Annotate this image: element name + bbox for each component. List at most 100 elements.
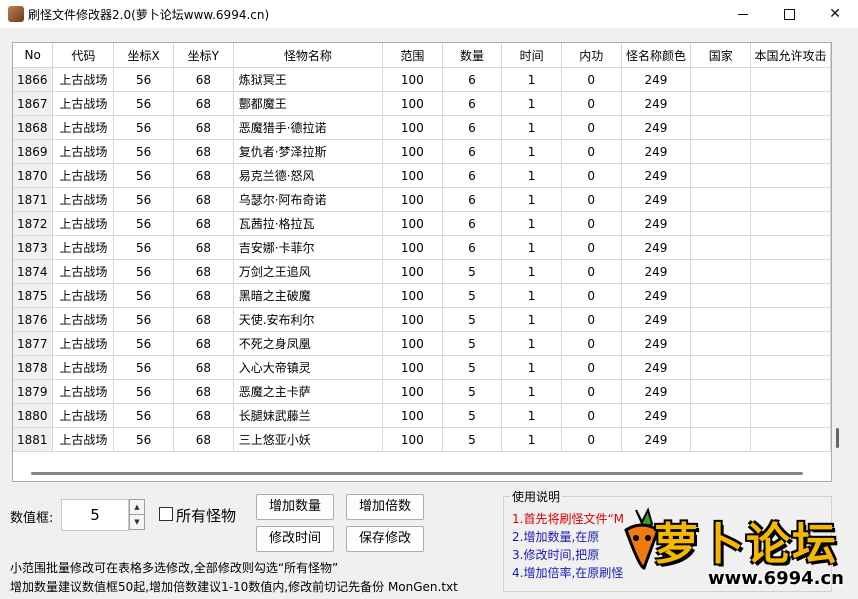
column-header[interactable]: 数量 <box>442 43 503 68</box>
vertical-scroll-thumb[interactable] <box>836 428 839 448</box>
table-cell[interactable]: 1867 <box>13 91 54 116</box>
table-cell[interactable]: 易克兰德·怒风 <box>233 163 384 188</box>
table-cell[interactable] <box>750 259 831 284</box>
table-cell[interactable]: 56 <box>113 427 174 452</box>
table-row[interactable]: 1881 上古战场 56 68 三上悠亚小妖 100 5 1 0 249 <box>13 427 831 452</box>
table-cell[interactable]: 68 <box>173 235 234 260</box>
table-cell[interactable]: 5 <box>442 379 503 404</box>
table-cell[interactable]: 68 <box>173 355 234 380</box>
table-cell[interactable]: 249 <box>621 331 692 356</box>
table-cell[interactable] <box>750 379 831 404</box>
table-cell[interactable]: 上古战场 <box>52 403 115 428</box>
table-cell[interactable]: 0 <box>561 379 622 404</box>
table-cell[interactable] <box>690 163 751 188</box>
table-cell[interactable]: 1 <box>501 163 562 188</box>
table-cell[interactable]: 1880 <box>13 403 54 428</box>
table-cell[interactable]: 1 <box>501 259 562 284</box>
table-cell[interactable]: 249 <box>621 379 692 404</box>
table-cell[interactable]: 56 <box>113 91 174 116</box>
table-cell[interactable]: 复仇者·梦泽拉斯 <box>233 139 384 164</box>
table-cell[interactable] <box>750 67 831 92</box>
table-cell[interactable]: 1875 <box>13 283 54 308</box>
table-cell[interactable] <box>690 379 751 404</box>
table-cell[interactable]: 249 <box>621 67 692 92</box>
table-cell[interactable]: 56 <box>113 259 174 284</box>
table-cell[interactable]: 249 <box>621 115 692 140</box>
table-cell[interactable]: 0 <box>561 139 622 164</box>
column-header[interactable]: 怪名称颜色 <box>621 43 692 68</box>
table-cell[interactable] <box>690 67 751 92</box>
all-monsters-label[interactable]: 所有怪物 <box>176 505 236 526</box>
save-button[interactable]: 保存修改 <box>346 526 424 552</box>
table-row[interactable]: 1877 上古战场 56 68 不死之身凤凰 100 5 1 0 249 <box>13 331 831 356</box>
table-cell[interactable]: 100 <box>382 355 443 380</box>
add-count-button[interactable]: 增加数量 <box>256 494 334 520</box>
table-cell[interactable]: 5 <box>442 355 503 380</box>
table-cell[interactable]: 100 <box>382 331 443 356</box>
table-cell[interactable]: 56 <box>113 283 174 308</box>
table-cell[interactable]: 上古战场 <box>52 211 115 236</box>
table-cell[interactable]: 长腿妹武藤兰 <box>233 403 384 428</box>
table-cell[interactable] <box>690 403 751 428</box>
table-cell[interactable] <box>690 283 751 308</box>
table-cell[interactable]: 0 <box>561 163 622 188</box>
table-cell[interactable]: 1 <box>501 139 562 164</box>
table-cell[interactable]: 100 <box>382 235 443 260</box>
table-cell[interactable]: 100 <box>382 427 443 452</box>
table-cell[interactable]: 炼狱冥王 <box>233 67 384 92</box>
table-cell[interactable]: 6 <box>442 211 503 236</box>
table-cell[interactable]: 1 <box>501 211 562 236</box>
table-cell[interactable]: 6 <box>442 163 503 188</box>
table-cell[interactable]: 0 <box>561 307 622 332</box>
table-cell[interactable]: 249 <box>621 355 692 380</box>
table-cell[interactable]: 0 <box>561 283 622 308</box>
table-cell[interactable]: 6 <box>442 67 503 92</box>
table-cell[interactable] <box>690 187 751 212</box>
table-cell[interactable]: 上古战场 <box>52 379 115 404</box>
table-cell[interactable]: 68 <box>173 259 234 284</box>
table-cell[interactable]: 黑暗之主破魔 <box>233 283 384 308</box>
table-cell[interactable]: 68 <box>173 403 234 428</box>
table-cell[interactable]: 1 <box>501 67 562 92</box>
table-cell[interactable]: 1879 <box>13 379 54 404</box>
table-cell[interactable] <box>750 403 831 428</box>
value-input[interactable]: 5 <box>61 499 129 531</box>
table-cell[interactable]: 1 <box>501 283 562 308</box>
table-cell[interactable]: 5 <box>442 427 503 452</box>
table-cell[interactable]: 68 <box>173 427 234 452</box>
table-cell[interactable] <box>690 211 751 236</box>
table-cell[interactable]: 5 <box>442 403 503 428</box>
table-cell[interactable] <box>750 307 831 332</box>
column-header[interactable]: 代码 <box>52 43 115 68</box>
table-cell[interactable]: 1 <box>501 235 562 260</box>
table-cell[interactable]: 1878 <box>13 355 54 380</box>
table-cell[interactable]: 100 <box>382 283 443 308</box>
table-row[interactable]: 1874 上古战场 56 68 万剑之王追风 100 5 1 0 249 <box>13 259 831 284</box>
table-cell[interactable]: 上古战场 <box>52 283 115 308</box>
table-cell[interactable] <box>690 355 751 380</box>
table-cell[interactable]: 100 <box>382 187 443 212</box>
maximize-button[interactable] <box>766 0 812 28</box>
table-cell[interactable]: 乌瑟尔·阿布奇诺 <box>233 187 384 212</box>
column-header[interactable]: 国家 <box>690 43 751 68</box>
table-cell[interactable]: 0 <box>561 91 622 116</box>
table-row[interactable]: 1879 上古战场 56 68 恶魔之主卡萨 100 5 1 0 249 <box>13 379 831 404</box>
table-cell[interactable]: 瓦茜拉·格拉瓦 <box>233 211 384 236</box>
table-cell[interactable]: 上古战场 <box>52 259 115 284</box>
table-cell[interactable]: 0 <box>561 235 622 260</box>
table-cell[interactable]: 68 <box>173 115 234 140</box>
table-cell[interactable]: 1877 <box>13 331 54 356</box>
table-cell[interactable]: 68 <box>173 163 234 188</box>
table-cell[interactable]: 恶魔之主卡萨 <box>233 379 384 404</box>
table-cell[interactable]: 万剑之王追风 <box>233 259 384 284</box>
column-header[interactable]: 坐标Y <box>173 43 234 68</box>
table-cell[interactable]: 249 <box>621 187 692 212</box>
table-cell[interactable] <box>750 187 831 212</box>
table-cell[interactable] <box>750 355 831 380</box>
table-row[interactable]: 1870 上古战场 56 68 易克兰德·怒风 100 6 1 0 249 <box>13 163 831 188</box>
modify-time-button[interactable]: 修改时间 <box>256 526 334 552</box>
column-header[interactable]: 本国允许攻击 <box>750 43 831 68</box>
table-cell[interactable]: 1 <box>501 403 562 428</box>
table-row[interactable]: 1872 上古战场 56 68 瓦茜拉·格拉瓦 100 6 1 0 249 <box>13 211 831 236</box>
table-cell[interactable]: 56 <box>113 115 174 140</box>
